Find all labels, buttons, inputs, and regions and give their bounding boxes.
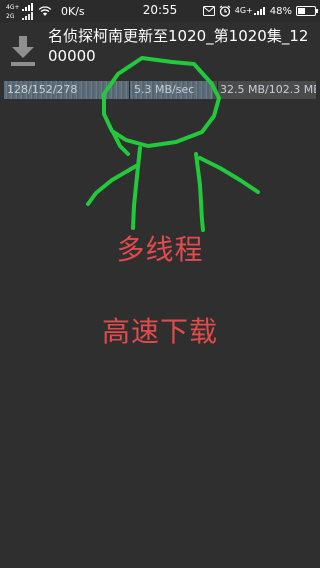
cellular-signal: 4G+ — [235, 7, 265, 15]
divider — [217, 81, 218, 99]
download-progress-bar: 128/152/278 5.3 MB/sec 32.5 MB/102.3 MB — [4, 81, 316, 99]
download-size: 32.5 MB/102.3 MB — [220, 83, 316, 96]
status-right: 4G+ 48% — [202, 1, 318, 21]
figure-arm-right — [198, 156, 260, 194]
segment-count: 128/152/278 — [7, 83, 78, 96]
figure-hand-mark — [111, 130, 130, 156]
figure-body-left — [131, 146, 142, 230]
status-bar: 4G+ 2G 0K/s 20:55 4G+ 48% — [0, 0, 320, 22]
figure-arm-left — [86, 164, 138, 206]
download-icon[interactable] — [10, 34, 36, 68]
alarm-icon — [219, 5, 231, 17]
message-icon — [202, 6, 215, 16]
battery-level — [298, 8, 305, 14]
download-speed: 5.3 MB/sec — [134, 83, 195, 96]
battery-percent: 48% — [269, 5, 292, 17]
download-title[interactable]: 名侦探柯南更新至1020_第1020集_1200000 — [48, 26, 314, 66]
figure-head — [102, 56, 221, 148]
battery-icon — [296, 6, 318, 16]
figure-body-right — [194, 152, 205, 232]
annotation-line-1: 多线程 — [116, 233, 204, 266]
cellular-label: 4G+ — [234, 6, 253, 15]
divider — [129, 81, 130, 99]
annotation-line-2: 高速下载 — [101, 315, 218, 348]
signal-icon — [253, 7, 265, 15]
